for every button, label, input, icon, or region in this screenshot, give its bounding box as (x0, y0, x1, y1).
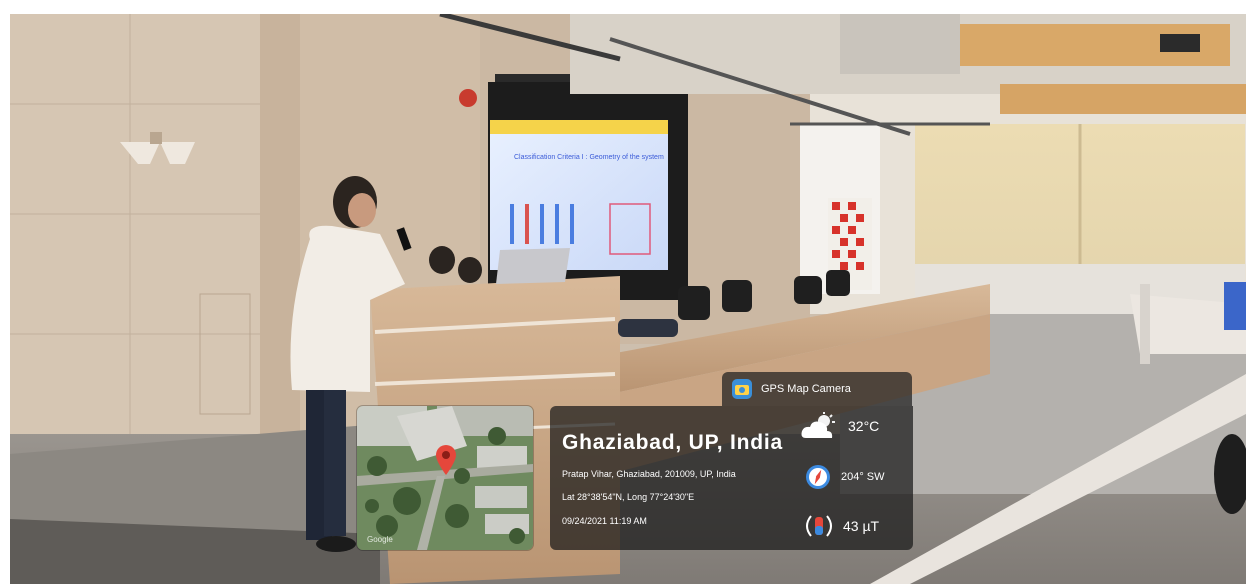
map-attribution: Google (367, 535, 393, 544)
magnetic-value: 43 µT (843, 518, 880, 534)
map-pin-icon (436, 445, 456, 475)
slide-title: Classification Criteria I : Geometry of … (514, 154, 664, 161)
compass-icon (806, 465, 830, 489)
coordinates-text: Lat 28°38'54"N, Long 77°24'30"E (562, 492, 695, 502)
app-name: GPS Map Camera (761, 383, 851, 395)
satellite-map (357, 406, 533, 550)
address-text: Pratap Vihar, Ghaziabad, 201009, UP, Ind… (562, 469, 736, 479)
camera-icon (732, 379, 752, 399)
temperature-metric: 32°C (800, 412, 879, 440)
map-thumbnail: Google (357, 406, 533, 550)
gps-app-tab: GPS Map Camera (722, 372, 912, 406)
temperature-value: 32°C (848, 418, 880, 434)
magnetic-metric: 43 µT (805, 514, 879, 538)
datetime-text: 09/24/2021 11:19 AM (562, 516, 647, 526)
heading-metric: 204° SW (805, 464, 885, 490)
heading-value: 204° SW (841, 471, 885, 483)
gps-info-panel: Ghaziabad, UP, India Pratap Vihar, Ghazi… (550, 406, 913, 550)
location-title: Ghaziabad, UP, India (562, 431, 783, 454)
cloud-sun-icon (801, 412, 835, 438)
magnetic-field-icon (806, 515, 832, 537)
